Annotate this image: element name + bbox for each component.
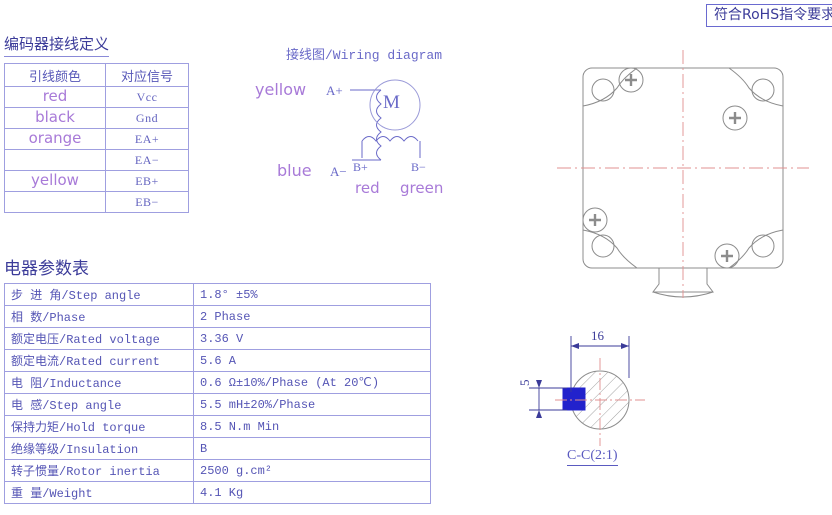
param-value: 3.36 V <box>193 327 431 350</box>
param-name: 转子惯量/Rotor inertia <box>4 459 194 482</box>
pin-label-b-plus: B+ <box>353 160 368 174</box>
table-row: 电 感/Step angle 5.5 mH±20%/Phase <box>4 393 431 416</box>
table-row: yellow EB+ <box>4 170 189 192</box>
table-row: 重 量/Weight 4.1 Kg <box>4 481 431 504</box>
param-name: 电 阻/Inductance <box>4 371 194 394</box>
parameter-section-title: 电器参数表 <box>4 259 89 279</box>
param-name: 相 数/Phase <box>4 305 194 328</box>
pin-label-b-minus: B− <box>411 160 426 174</box>
table-row: 额定电流/Rated current 5.6 A <box>4 349 431 372</box>
param-value: 4.1 Kg <box>193 481 431 504</box>
electrical-parameter-table: 步 进 角/Step angle 1.8° ±5% 相 数/Phase 2 Ph… <box>4 283 431 504</box>
wire-color: black <box>35 108 75 126</box>
table-row: 相 数/Phase 2 Phase <box>4 305 431 328</box>
motor-outline-svg <box>557 50 809 298</box>
param-name: 保持力矩/Hold torque <box>4 415 194 438</box>
dimension-diameter-16: 16 <box>591 328 604 343</box>
table-row: 绝缘等级/Insulation B <box>4 437 431 460</box>
wire-color: orange <box>28 129 82 147</box>
encoder-wiring-table: 引线颜色 对应信号 red Vcc black Gnd orange EA+ E… <box>4 63 189 213</box>
pin-label-a-minus: A− <box>330 164 347 179</box>
param-name: 额定电流/Rated current <box>4 349 194 372</box>
wire-label-yellow: yellow <box>255 80 307 99</box>
param-name: 电 感/Step angle <box>4 393 194 416</box>
param-name: 额定电压/Rated voltage <box>4 327 194 350</box>
wire-signal: EA+ <box>134 132 160 146</box>
dimension-key-5: 5 <box>517 379 532 387</box>
shaft-section-view: 16 5 C-C(2:1) <box>505 322 745 492</box>
table-row: orange EA+ <box>4 128 189 150</box>
param-name: 步 进 角/Step angle <box>4 283 194 306</box>
table-row: black Gnd <box>4 107 189 129</box>
wire-color: yellow <box>31 171 79 189</box>
header-wire-color: 引线颜色 <box>4 63 106 87</box>
param-name: 绝缘等级/Insulation <box>4 437 194 460</box>
datasheet-page: 符合RoHS指令要求 编码器接线定义 引线颜色 对应信号 red Vcc bla… <box>0 0 832 515</box>
table-row: 额定电压/Rated voltage 3.36 V <box>4 327 431 350</box>
motor-front-view-drawing <box>555 48 815 298</box>
table-row: 转子惯量/Rotor inertia 2500 g.cm² <box>4 459 431 482</box>
wire-label-red: red <box>355 179 380 197</box>
wire-signal: EB+ <box>135 174 159 188</box>
param-value: 2500 g.cm² <box>193 459 431 482</box>
param-value: 8.5 N.m Min <box>193 415 431 438</box>
table-row: 电 阻/Inductance 0.6 Ω±10%/Phase (At 20℃) <box>4 371 431 394</box>
motor-symbol-label: M <box>383 92 400 113</box>
wire-label-green: green <box>400 179 444 197</box>
table-header-row: 引线颜色 对应信号 <box>4 63 189 87</box>
section-cc-label: C-C(2:1) <box>567 448 618 466</box>
param-value: 2 Phase <box>193 305 431 328</box>
wire-label-blue: blue <box>277 161 312 180</box>
wiring-diagram: 接线图/Wiring diagram M yellow blue red gre… <box>240 40 480 210</box>
wire-signal: Vcc <box>136 90 158 104</box>
param-value: 0.6 Ω±10%/Phase (At 20℃) <box>193 371 431 394</box>
rohs-badge: 符合RoHS指令要求 <box>706 4 832 27</box>
wire-signal: EB− <box>135 195 159 209</box>
param-name: 重 量/Weight <box>4 481 194 504</box>
pin-label-a-plus: A+ <box>326 83 343 98</box>
param-value: 5.6 A <box>193 349 431 372</box>
param-value: B <box>193 437 431 460</box>
encoder-section-title: 编码器接线定义 <box>4 33 110 57</box>
wire-signal: EA− <box>134 153 160 167</box>
table-row: EB− <box>4 191 189 213</box>
header-signal: 对应信号 <box>105 63 189 87</box>
table-row: 保持力矩/Hold torque 8.5 N.m Min <box>4 415 431 438</box>
param-value: 5.5 mH±20%/Phase <box>193 393 431 416</box>
table-row: red Vcc <box>4 86 189 108</box>
wire-color: red <box>42 87 68 105</box>
param-value: 1.8° ±5% <box>193 283 431 306</box>
table-row: EA− <box>4 149 189 171</box>
table-row: 步 进 角/Step angle 1.8° ±5% <box>4 283 431 306</box>
wire-signal: Gnd <box>135 111 159 125</box>
shaft-section-svg <box>529 336 645 446</box>
